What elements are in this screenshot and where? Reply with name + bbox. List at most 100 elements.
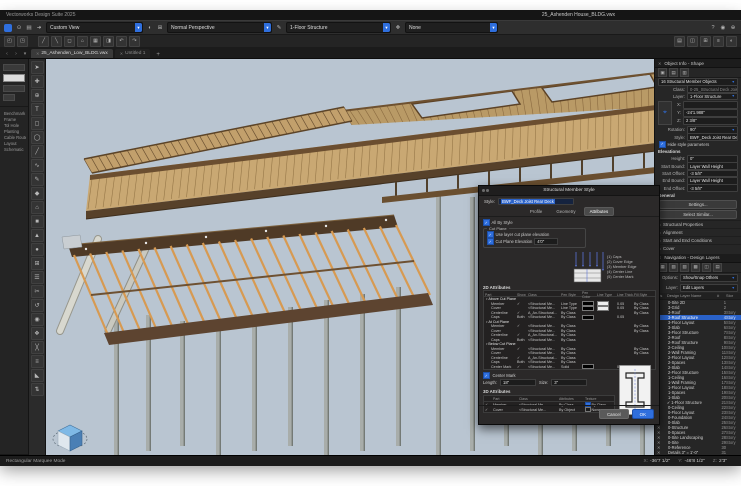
- z-field[interactable]: 2 3/8": [683, 117, 738, 125]
- layers-tab-icon[interactable]: ▧: [669, 263, 678, 272]
- class-icon[interactable]: ❖: [394, 24, 402, 32]
- size-field[interactable]: 3": [551, 379, 587, 387]
- slab-tool-icon[interactable]: ■: [31, 215, 44, 228]
- shape-tab-icon[interactable]: ▣: [658, 68, 667, 77]
- snap-grid-icon[interactable]: ◰: [4, 36, 15, 47]
- tool-list-item[interactable]: Benchmark: [2, 110, 26, 116]
- tool-list-item[interactable]: Schematic: [2, 146, 26, 152]
- lock-icon[interactable]: ⊙: [15, 24, 23, 32]
- trim-tool-icon[interactable]: ✂: [31, 285, 44, 298]
- close-icon[interactable]: ✕: [120, 51, 123, 56]
- y-field[interactable]: -24'1.988": [683, 109, 738, 117]
- x-field[interactable]: [683, 101, 738, 109]
- grid-tool-icon[interactable]: ⊞: [31, 257, 44, 270]
- file-menu-icon[interactable]: ▤: [25, 24, 33, 32]
- contrast-icon[interactable]: ◐: [726, 36, 737, 47]
- cloud-icon[interactable]: ◉: [719, 24, 727, 32]
- hide-style-checkbox[interactable]: ✓ Hide style parameters: [655, 141, 741, 148]
- attribute-row[interactable]: ✓ Cover <Structural Me... By Object None: [484, 407, 614, 412]
- pen-tool-icon[interactable]: ✎: [31, 173, 44, 186]
- cut-plane-elevation-field[interactable]: 4'0": [534, 238, 558, 246]
- column-tool-icon[interactable]: ●: [31, 243, 44, 256]
- dialog-tab[interactable]: Profile: [524, 207, 548, 216]
- house-mode-icon[interactable]: ⌂: [77, 36, 88, 47]
- collapsible-section[interactable]: Structural Properties: [655, 220, 741, 228]
- ok-button[interactable]: OK: [632, 409, 654, 419]
- length-field[interactable]: 18": [500, 379, 536, 387]
- style-name-field[interactable]: BWF_Deck Joist Rear Deck: [498, 198, 574, 206]
- symbol-tool-icon[interactable]: ❖: [31, 327, 44, 340]
- rectangle-tool-icon[interactable]: ◻: [31, 117, 44, 130]
- mirror-tool-icon[interactable]: ╲: [51, 36, 62, 47]
- references-tab-icon[interactable]: ▤: [713, 263, 722, 272]
- tool-list-item[interactable]: Cable Route: [2, 134, 26, 140]
- stack-tool-icon[interactable]: ☰: [31, 271, 44, 284]
- saved-views-tab-icon[interactable]: ◫: [702, 263, 711, 272]
- texture-checkbox[interactable]: [585, 407, 591, 413]
- list-icon[interactable]: ≡: [713, 36, 724, 47]
- fit-view-icon[interactable]: ➜: [35, 24, 43, 32]
- document-tab[interactable]: ✕ Untitled 1: [115, 49, 151, 58]
- oip-button[interactable]: Settings...: [659, 200, 737, 209]
- align-tool-icon[interactable]: ≡: [31, 355, 44, 368]
- palette-button[interactable]: [3, 85, 25, 92]
- render-mode-icon[interactable]: ◐: [146, 24, 154, 32]
- active-layer-dropdown[interactable]: 1-Floor Structure▼: [286, 22, 391, 33]
- palette-button[interactable]: [3, 64, 25, 71]
- render-tab-icon[interactable]: ▥: [680, 68, 689, 77]
- view-cube-widget[interactable]: [53, 425, 87, 451]
- offset-tool-icon[interactable]: ╱: [38, 36, 49, 47]
- clip-cube-icon[interactable]: ⊞: [156, 24, 164, 32]
- search-icon[interactable]: ⊕: [729, 24, 737, 32]
- line-tool-icon[interactable]: ╱: [31, 145, 44, 158]
- stories-tab-icon[interactable]: ▨: [680, 263, 689, 272]
- collapsible-section[interactable]: Alignment: [655, 228, 741, 236]
- collapsible-section[interactable]: Start and End Conditions: [655, 236, 741, 244]
- polygon-tool-icon[interactable]: ◆: [31, 187, 44, 200]
- pen-icon[interactable]: ✎: [275, 24, 283, 32]
- back-icon[interactable]: ‹: [3, 50, 11, 58]
- collapsible-section[interactable]: Cover: [655, 244, 741, 252]
- undo-icon[interactable]: ↶: [116, 36, 127, 47]
- wall-tool-icon[interactable]: ⌂: [31, 201, 44, 214]
- move-tool-icon[interactable]: ⇅: [31, 383, 44, 396]
- viewports-tab-icon[interactable]: ▩: [691, 263, 700, 272]
- document-tab[interactable]: ✕ 25_Ashenden_Low_BLDG.vwx: [31, 49, 113, 58]
- window-buttons[interactable]: [482, 189, 489, 192]
- circle-tool-icon[interactable]: ◯: [31, 131, 44, 144]
- object-info-palette-title[interactable]: ✕ Object Info - Shape: [655, 59, 741, 68]
- position-anchor-icon[interactable]: ⌖: [658, 101, 672, 125]
- panel-mode-icon[interactable]: ▦: [90, 36, 101, 47]
- snap-object-icon[interactable]: ◳: [17, 36, 28, 47]
- clip-tool-icon[interactable]: ╳: [31, 341, 44, 354]
- rotate-tool-icon[interactable]: ↺: [31, 299, 44, 312]
- dialog-tab[interactable]: Attributes: [584, 207, 615, 216]
- nav-option-dropdown[interactable]: Edit Layers▼: [680, 284, 738, 292]
- selection-tool-icon[interactable]: ➤: [31, 61, 44, 74]
- zoom-tool-icon[interactable]: ⊕: [31, 89, 44, 102]
- cancel-button[interactable]: Cancel: [599, 409, 629, 419]
- close-icon[interactable]: ✕: [658, 61, 661, 66]
- projection-dropdown[interactable]: Normal Perspective▼: [167, 22, 272, 33]
- half-mode-icon[interactable]: ◨: [103, 36, 114, 47]
- roof-tool-icon[interactable]: ▲: [31, 229, 44, 242]
- info-value-dropdown[interactable]: 0-25_Structural Deck Joist▼: [687, 85, 738, 93]
- close-icon[interactable]: ✕: [36, 51, 39, 56]
- oip-button[interactable]: Select Similar...: [659, 210, 737, 219]
- layers-icon[interactable]: ▤: [674, 36, 685, 47]
- palette-button[interactable]: [3, 94, 15, 101]
- target-tool-icon[interactable]: ◉: [31, 313, 44, 326]
- dialog-tab[interactable]: Geometry: [550, 207, 581, 216]
- tab-menu-icon[interactable]: ▾: [21, 50, 29, 58]
- redo-icon[interactable]: ↷: [129, 36, 140, 47]
- forward-icon[interactable]: ›: [12, 50, 20, 58]
- dialog-title-bar[interactable]: Structural Member Style: [479, 186, 659, 196]
- saved-views-dropdown[interactable]: Custom View▼: [46, 22, 143, 33]
- navigation-palette-title[interactable]: ✕ Navigation - Design Layers: [655, 254, 741, 263]
- pan-tool-icon[interactable]: ✚: [31, 75, 44, 88]
- fillet-tool-icon[interactable]: ◣: [31, 369, 44, 382]
- text-tool-icon[interactable]: T: [31, 103, 44, 116]
- columns-icon[interactable]: ◫: [687, 36, 698, 47]
- data-tab-icon[interactable]: ▤: [669, 68, 678, 77]
- layer-row[interactable]: ✕ Details 3" = 1'-0" 31: [655, 450, 741, 455]
